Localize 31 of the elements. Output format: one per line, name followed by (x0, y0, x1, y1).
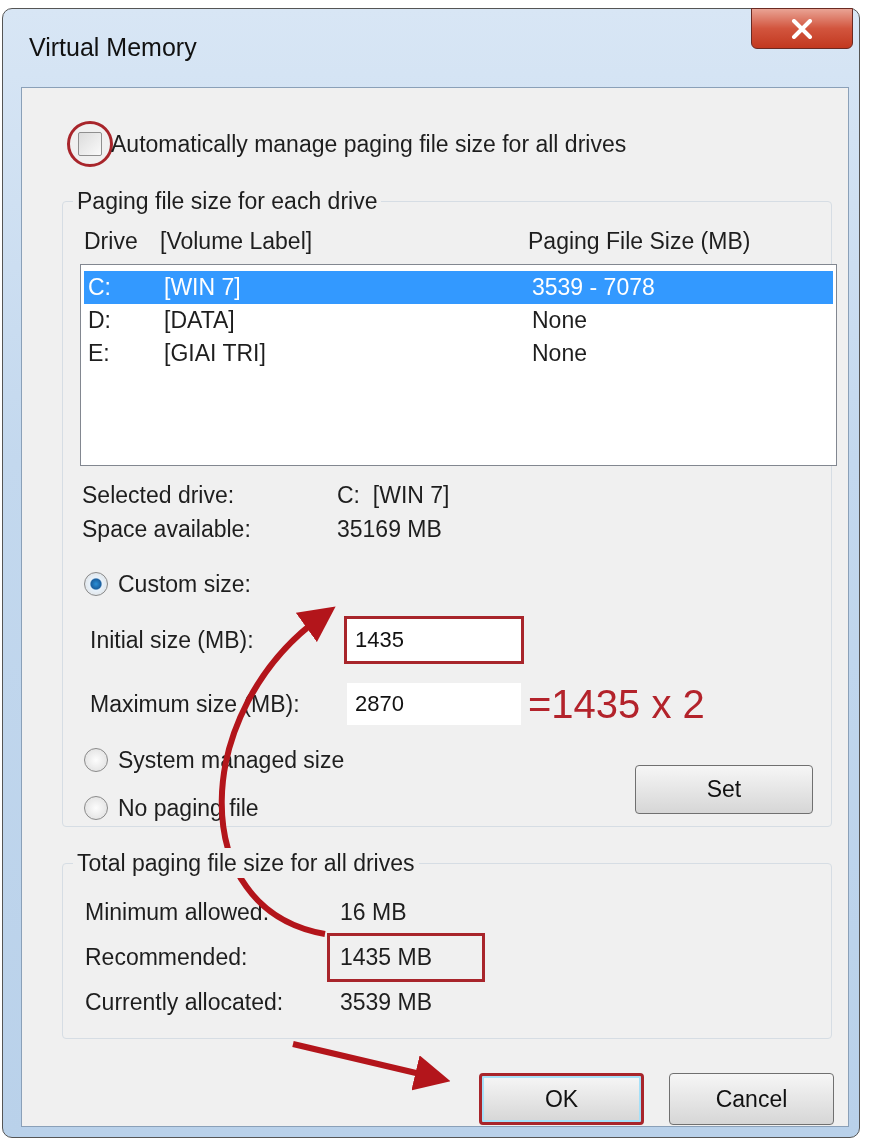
group-title: Total paging file size for all drives (73, 848, 419, 878)
input-field[interactable]: 1435 (344, 616, 524, 664)
dialog-button[interactable]: OK (479, 1073, 644, 1125)
info-value: C: [WIN 7] (337, 480, 450, 510)
info-value: 16 MB (339, 898, 408, 928)
close-icon (791, 18, 813, 39)
dialog-button[interactable]: Cancel (669, 1073, 834, 1125)
info-value: 35169 MB (337, 514, 442, 544)
column-header: Drive (83, 226, 139, 256)
field-label: Initial size (MB): (89, 625, 255, 655)
close-button[interactable] (751, 8, 853, 49)
drive-row[interactable]: E: [GIAI TRI] None (84, 337, 833, 370)
column-header: Paging File Size (MB) (528, 226, 751, 256)
checkbox[interactable] (78, 132, 102, 156)
input-field[interactable]: 2870 (344, 680, 524, 728)
radio-button[interactable] (84, 748, 108, 772)
info-value: 3539 MB (339, 988, 434, 1018)
annotation-text: =1435 x 2 (528, 682, 705, 726)
info-label: Minimum allowed: (85, 898, 271, 928)
info-label: Space available: (81, 514, 252, 544)
radio-button[interactable] (84, 572, 108, 596)
radio-button[interactable] (84, 796, 108, 820)
info-label: Currently allocated: (85, 988, 285, 1018)
radio-label: Custom size: (118, 569, 251, 599)
drive-row[interactable]: D: [DATA] None (84, 304, 833, 337)
set-button[interactable]: Set (635, 765, 813, 814)
info-label: Recommended: (85, 943, 249, 973)
info-value: 1435 MB (327, 933, 486, 982)
info-label: Selected drive: (81, 480, 236, 510)
window-title: Virtual Memory (29, 32, 197, 63)
column-header: [Volume Label] (160, 226, 314, 256)
